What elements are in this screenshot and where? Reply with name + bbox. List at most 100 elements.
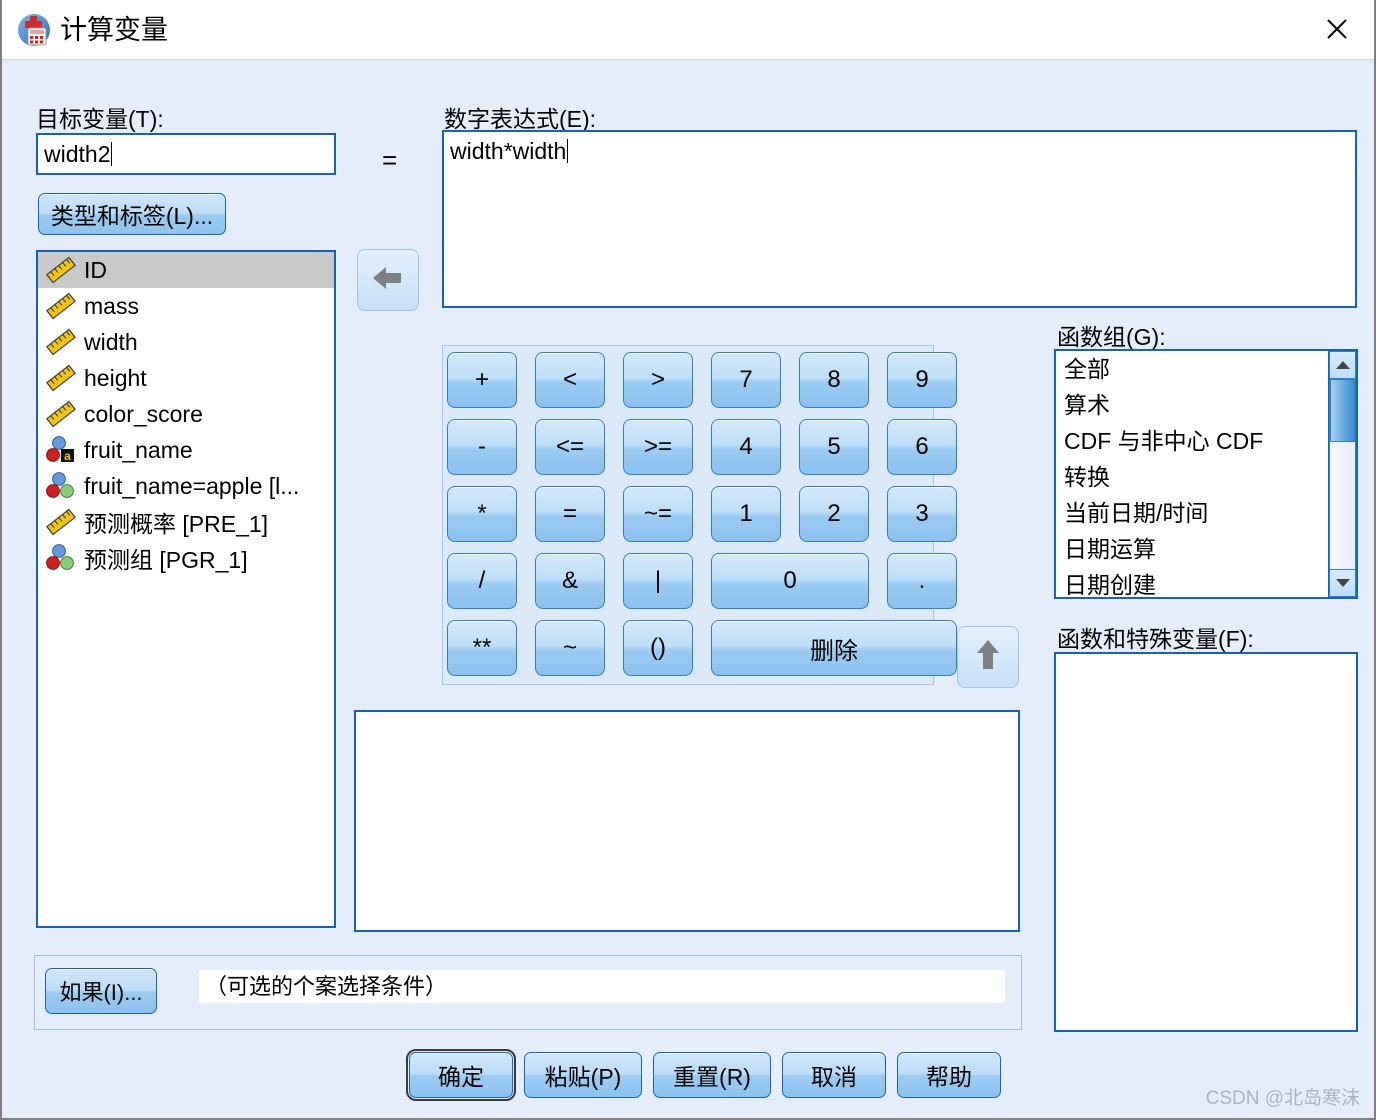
title-bar: 计算变量 xyxy=(2,0,1374,60)
help-button[interactable]: 帮助 xyxy=(897,1052,1001,1098)
key-delete[interactable]: 删除 xyxy=(711,620,957,676)
variable-list-item[interactable]: width xyxy=(38,324,334,360)
key-parentheses[interactable]: () xyxy=(623,620,693,676)
function-description-panel xyxy=(354,710,1020,932)
variable-name: 预测组 [PGR_1] xyxy=(84,547,248,573)
variable-list-item[interactable]: 预测概率 [PRE_1] xyxy=(38,504,334,540)
target-variable-input[interactable]: width2 xyxy=(36,133,336,175)
key-5[interactable]: 5 xyxy=(799,419,869,475)
key-8[interactable]: 8 xyxy=(799,352,869,408)
cancel-button-label: 取消 xyxy=(811,1064,857,1090)
key-9[interactable]: 9 xyxy=(887,352,957,408)
function-group-label: 函数组(G): xyxy=(1057,324,1166,350)
compute-variable-dialog: 计算变量 目标变量(T): width2 = 类型和标签(L)... 数字表达式… xyxy=(0,0,1376,1120)
key-plus-label: + xyxy=(474,366,489,393)
close-icon[interactable] xyxy=(1300,0,1374,58)
key-power[interactable]: ** xyxy=(447,620,517,676)
reset-button-label: 重置(R) xyxy=(673,1064,751,1090)
arrow-up-icon xyxy=(974,638,1002,677)
key-greater-than-label: > xyxy=(650,366,665,393)
numeric-expression-input[interactable]: width*width xyxy=(442,130,1357,308)
ok-button[interactable]: 确定 xyxy=(406,1049,516,1101)
key-divide[interactable]: / xyxy=(447,553,517,609)
operator-keypad: + < >7 8 9 - <= >= 4 5 6 * = ~= 1 2 3 / & | 0. ** ~ () 删除 xyxy=(442,345,957,685)
key-decimal-label: . xyxy=(918,567,926,594)
key-8-label: 8 xyxy=(827,366,841,393)
key-1-label: 1 xyxy=(739,500,753,527)
scale-ruler-icon xyxy=(46,400,76,428)
key-delete-label: 删除 xyxy=(810,637,858,665)
variable-list[interactable]: ID mass width height color_scorea fruit_namef… xyxy=(36,250,336,928)
key-0-label: 0 xyxy=(783,567,797,594)
svg-text:a: a xyxy=(64,449,71,463)
function-group-list[interactable]: 全部 算术 CDF 与非中心 CDF 转换 当前日期/时间 日期运算 日期创建 xyxy=(1054,349,1358,599)
target-variable-label: 目标变量(T): xyxy=(36,106,164,132)
function-group-scrollbar[interactable] xyxy=(1328,351,1356,597)
scale-ruler-icon xyxy=(46,328,76,356)
key-or[interactable]: | xyxy=(623,553,693,609)
paste-button[interactable]: 粘贴(P) xyxy=(524,1052,642,1098)
variable-name: mass xyxy=(84,292,139,319)
key-plus[interactable]: + xyxy=(447,352,517,408)
variable-name: fruit_name xyxy=(84,436,193,463)
key-not-equal[interactable]: ~= xyxy=(623,486,693,542)
key-not[interactable]: ~ xyxy=(535,620,605,676)
if-condition-text[interactable]: （可选的个案选择条件） xyxy=(199,970,1005,1003)
if-button[interactable]: 如果(I)... xyxy=(45,968,157,1014)
reset-button[interactable]: 重置(R) xyxy=(653,1052,771,1098)
key-1[interactable]: 1 xyxy=(711,486,781,542)
key-less-than[interactable]: < xyxy=(535,352,605,408)
key-power-label: ** xyxy=(472,634,492,661)
function-group-item[interactable]: CDF 与非中心 CDF xyxy=(1056,423,1328,459)
key-7-label: 7 xyxy=(739,366,753,393)
variable-name: 预测概率 [PRE_1] xyxy=(84,511,269,537)
key-0[interactable]: 0 xyxy=(711,553,869,609)
numeric-expression-value: width*width xyxy=(450,138,567,164)
functions-special-variables-list[interactable] xyxy=(1054,652,1358,1032)
variable-name: ID xyxy=(84,256,107,283)
function-group-item[interactable]: 全部 xyxy=(1056,351,1328,387)
variable-name: fruit_name=apple [l... xyxy=(84,472,300,499)
scroll-down-icon[interactable] xyxy=(1329,569,1356,597)
arrow-left-icon xyxy=(371,264,405,297)
key-less-equal[interactable]: <= xyxy=(535,419,605,475)
key-2-label: 2 xyxy=(827,500,841,527)
variable-list-item[interactable]: a fruit_name xyxy=(38,432,334,468)
key-3[interactable]: 3 xyxy=(887,486,957,542)
variable-list-item[interactable]: color_score xyxy=(38,396,334,432)
paste-button-label: 粘贴(P) xyxy=(544,1064,622,1090)
function-group-item[interactable]: 日期创建 xyxy=(1056,567,1328,597)
variable-list-item[interactable]: 预测组 [PGR_1] xyxy=(38,540,334,576)
key-6[interactable]: 6 xyxy=(887,419,957,475)
compute-variable-icon xyxy=(16,12,52,48)
function-group-item[interactable]: 当前日期/时间 xyxy=(1056,495,1328,531)
type-and-label-button[interactable]: 类型和标签(L)... xyxy=(38,193,226,235)
variable-list-item[interactable]: mass xyxy=(38,288,334,324)
function-group-item[interactable]: 算术 xyxy=(1056,387,1328,423)
function-group-item[interactable]: 转换 xyxy=(1056,459,1328,495)
key-equals[interactable]: = xyxy=(535,486,605,542)
key-7[interactable]: 7 xyxy=(711,352,781,408)
move-to-function-button[interactable] xyxy=(957,626,1019,688)
key-2[interactable]: 2 xyxy=(799,486,869,542)
numeric-expression-label: 数字表达式(E): xyxy=(444,106,597,132)
key-and[interactable]: & xyxy=(535,553,605,609)
key-minus[interactable]: - xyxy=(447,419,517,475)
key-decimal[interactable]: . xyxy=(887,553,957,609)
scrollbar-thumb[interactable] xyxy=(1330,379,1355,442)
variable-list-item[interactable]: height xyxy=(38,360,334,396)
scroll-up-icon[interactable] xyxy=(1329,351,1356,379)
key-4[interactable]: 4 xyxy=(711,419,781,475)
key-greater-equal[interactable]: >= xyxy=(623,419,693,475)
variable-list-item[interactable]: fruit_name=apple [l... xyxy=(38,468,334,504)
scrollbar-track[interactable] xyxy=(1329,379,1356,569)
function-group-item[interactable]: 日期运算 xyxy=(1056,531,1328,567)
scale-ruler-icon xyxy=(46,256,76,284)
variable-list-item[interactable]: ID xyxy=(38,252,334,288)
move-to-expression-button[interactable] xyxy=(357,249,419,311)
cancel-button[interactable]: 取消 xyxy=(782,1052,886,1098)
key-divide-label: / xyxy=(478,567,486,594)
key-multiply[interactable]: * xyxy=(447,486,517,542)
function-description-text xyxy=(356,712,1018,724)
key-greater-than[interactable]: > xyxy=(623,352,693,408)
